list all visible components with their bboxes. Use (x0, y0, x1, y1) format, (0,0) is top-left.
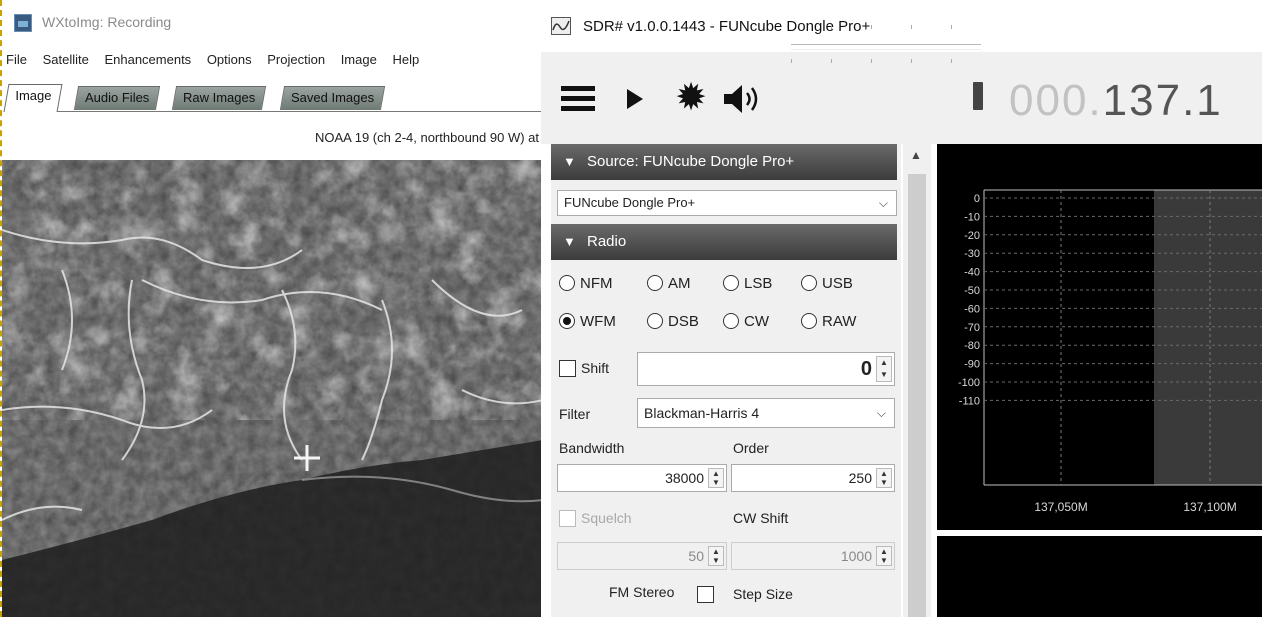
radio-section-header[interactable]: Radio (551, 224, 897, 260)
y-tick-label: 0 (974, 193, 980, 205)
bandwidth-input[interactable]: 38000 ▲ ▼ (557, 464, 727, 492)
spectrum-graph: 0 -10 -20 -30 -40 -50 -60 -70 -80 -90 -100 -110 137… (958, 189, 1262, 514)
gear-icon[interactable]: ✹ (671, 78, 711, 118)
wxtoimg-titlebar: WXtoImg: Recording (2, 0, 541, 46)
wxtoimg-title: WXtoImg: Recording (42, 14, 172, 30)
bandwidth-value: 38000 (665, 470, 704, 486)
frequency-display[interactable]: 000.137.1 (1009, 76, 1223, 126)
filter-select[interactable]: Blackman-Harris 4 ⌵ (637, 398, 895, 428)
fm-stereo-checkbox[interactable] (697, 584, 719, 604)
waterfall-display[interactable] (937, 536, 1262, 617)
source-device-select[interactable]: FUNcube Dongle Pro+ ⌵ (557, 190, 897, 216)
y-tick-label: -40 (964, 267, 980, 279)
order-label: Order (733, 440, 769, 456)
radio-raw[interactable]: RAW (801, 312, 856, 332)
chevron-down-icon: ⌵ (878, 196, 888, 210)
x-tick-label: 137,050M (1034, 500, 1087, 514)
spectrum-bandwidth-highlight (1154, 190, 1262, 485)
y-tick-label: -30 (964, 248, 980, 260)
speaker-icon[interactable] (722, 82, 766, 116)
source-device-value: FUNcube Dongle Pro+ (564, 195, 696, 210)
tab-image[interactable]: Image (3, 84, 63, 112)
radio-dsb[interactable]: DSB (647, 312, 699, 332)
volume-slider-thumb[interactable] (973, 82, 983, 110)
filter-label: Filter (559, 406, 591, 422)
satellite-image[interactable] (2, 160, 541, 617)
menu-image[interactable]: Image (341, 52, 377, 67)
squelch-checkbox[interactable]: Squelch (559, 508, 632, 528)
order-value: 250 (848, 470, 872, 486)
satellite-info: NOAA 19 (ch 2-4, northbound 90 W) at (314, 130, 539, 145)
scrollbar-thumb[interactable] (908, 174, 926, 617)
play-icon[interactable] (627, 89, 643, 109)
radio-wfm[interactable]: WFM (559, 312, 616, 332)
wxtoimg-app-icon (14, 14, 32, 32)
frequency-separator: . (1088, 76, 1103, 125)
y-tick-label: -20 (964, 230, 980, 242)
spinner-arrows-icon[interactable]: ▲ ▼ (876, 468, 892, 488)
tab-raw-images-label: Raw Images (183, 90, 256, 105)
wxtoimg-tabs: Image Audio Files Raw Images Saved Image… (3, 82, 541, 112)
menu-help[interactable]: Help (392, 52, 419, 67)
tab-raw-images[interactable]: Raw Images (171, 86, 267, 110)
menu-projection[interactable]: Projection (267, 52, 325, 67)
radio-nfm[interactable]: NFM (559, 274, 613, 294)
menu-options[interactable]: Options (207, 52, 252, 67)
x-tick-label: 137,100M (1183, 500, 1236, 514)
scroll-up-icon[interactable]: ▲ (910, 148, 922, 162)
radio-usb[interactable]: USB (801, 274, 853, 294)
radio-lsb[interactable]: LSB (723, 274, 772, 294)
cw-shift-label: CW Shift (733, 510, 789, 526)
wxtoimg-menubar: File Satellite Enhancements Options Proj… (6, 52, 431, 72)
spinner-arrows-icon[interactable]: ▲ ▼ (708, 546, 724, 566)
spinner-arrows-icon[interactable]: ▲ ▼ (876, 356, 892, 382)
fm-stereo-label: FM Stereo (609, 584, 675, 600)
bandwidth-label: Bandwidth (559, 440, 625, 456)
tab-image-label: Image (15, 88, 52, 103)
y-tick-label: -100 (958, 377, 980, 389)
radio-am[interactable]: AM (647, 274, 691, 294)
tab-saved-images-label: Saved Images (291, 90, 375, 105)
control-panel: Source: FUNcube Dongle Pro+ FUNcube Dong… (551, 144, 901, 617)
spectrum-analyzer[interactable]: 0 -10 -20 -30 -40 -50 -60 -70 -80 -90 -100 -110 137… (937, 144, 1262, 530)
squelch-value: 50 (688, 548, 704, 564)
source-section-header[interactable]: Source: FUNcube Dongle Pro+ (551, 144, 897, 180)
volume-slider[interactable] (791, 25, 981, 63)
y-tick-label: -110 (959, 395, 980, 407)
shift-checkbox[interactable]: Shift (559, 358, 609, 378)
frequency-value: 137.1 (1102, 76, 1223, 125)
spinner-arrows-icon[interactable]: ▲ ▼ (876, 546, 892, 566)
tab-audio-files[interactable]: Audio Files (73, 86, 161, 110)
order-input[interactable]: 250 ▲ ▼ (731, 464, 895, 492)
shift-input[interactable]: 0 ▲ ▼ (637, 352, 895, 386)
y-tick-label: -90 (964, 359, 980, 371)
spinner-arrows-icon[interactable]: ▲ ▼ (708, 468, 724, 488)
menu-satellite[interactable]: Satellite (43, 52, 89, 67)
squelch-input[interactable]: 50 ▲ ▼ (557, 542, 727, 570)
satellite-image-graphic (2, 160, 541, 617)
y-tick-label: -60 (964, 303, 980, 315)
chevron-down-icon: ⌵ (876, 406, 886, 420)
y-tick-label: -80 (964, 340, 980, 352)
menu-file[interactable]: File (6, 52, 27, 67)
sdrsharp-window: SDR# v1.0.0.1443 - FUNcube Dongle Pro+ ✹… (541, 0, 1262, 617)
y-tick-label: -70 (964, 322, 980, 334)
step-size-label: Step Size (733, 586, 793, 602)
menu-enhancements[interactable]: Enhancements (104, 52, 191, 67)
sdr-title: SDR# v1.0.0.1443 - FUNcube Dongle Pro+ (583, 18, 871, 35)
cw-shift-input[interactable]: 1000 ▲ ▼ (731, 542, 895, 570)
tab-audio-files-label: Audio Files (85, 90, 150, 105)
tab-saved-images[interactable]: Saved Images (279, 86, 386, 110)
cw-shift-value: 1000 (840, 548, 872, 564)
sdr-app-icon (551, 17, 571, 35)
filter-value: Blackman-Harris 4 (644, 405, 760, 421)
shift-value: 0 (860, 358, 872, 380)
wxtoimg-window: WXtoImg: Recording File Satellite Enhanc… (0, 0, 541, 617)
y-tick-label: -50 (964, 285, 980, 297)
radio-cw[interactable]: CW (723, 312, 769, 332)
frequency-leading-digits: 000 (1009, 76, 1089, 125)
hamburger-menu-icon[interactable] (561, 86, 595, 112)
panel-scrollbar[interactable]: ▲ (903, 144, 931, 617)
y-tick-label: -10 (964, 211, 980, 223)
